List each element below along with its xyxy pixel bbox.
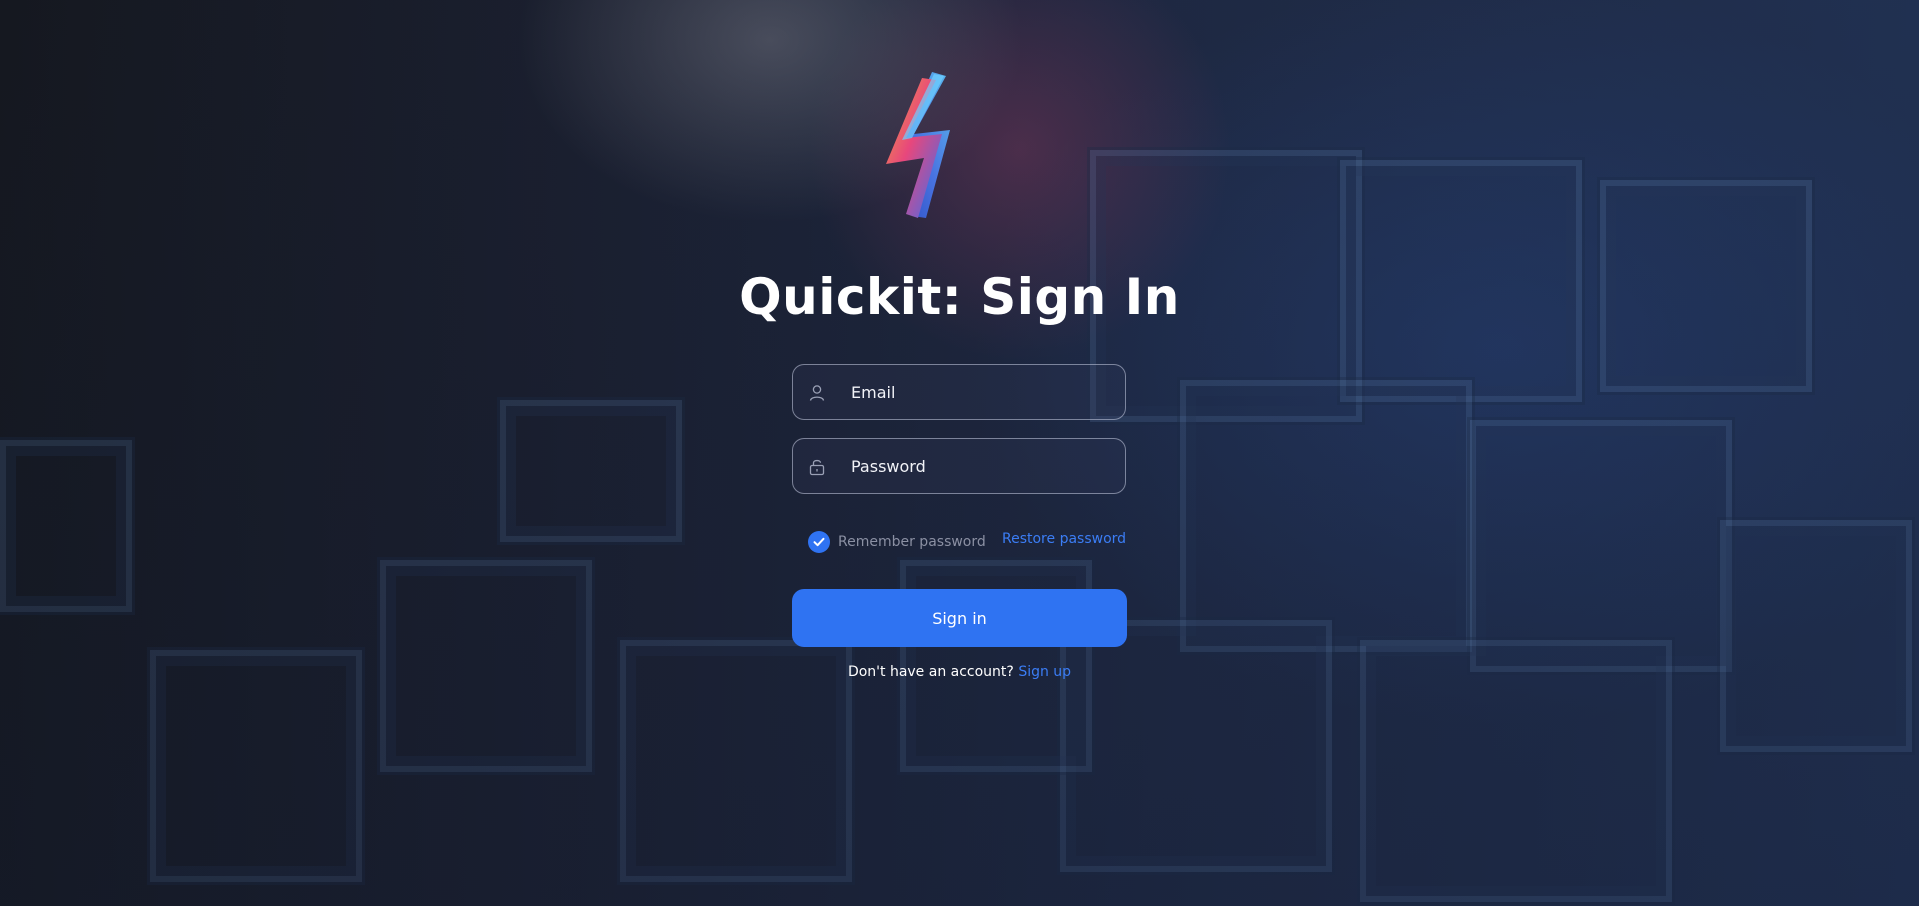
email-field[interactable]: [792, 364, 1126, 420]
password-input[interactable]: [851, 439, 1111, 493]
restore-password-link[interactable]: Restore password: [1002, 531, 1126, 547]
password-field[interactable]: [792, 438, 1126, 494]
page-title: Quickit: Sign In: [739, 268, 1180, 326]
remember-password-checkbox[interactable]: Remember password: [808, 530, 986, 554]
checkmark-icon[interactable]: [808, 531, 830, 553]
remember-password-label: Remember password: [838, 534, 986, 550]
email-input[interactable]: [851, 365, 1111, 419]
signup-prompt-text: Don't have an account?: [847, 664, 1014, 680]
sign-in-button[interactable]: Sign in: [792, 589, 1127, 647]
sign-in-page: Quickit: Sign In Remember password: [0, 0, 1919, 906]
user-icon: [809, 385, 825, 401]
signup-prompt-line: Don't have an account? Sign up: [0, 664, 1919, 680]
lightning-bolt-logo-icon: [886, 72, 950, 218]
lock-icon: [809, 459, 825, 476]
sign-up-link[interactable]: Sign up: [1018, 664, 1071, 680]
sign-in-form: Quickit: Sign In Remember password: [0, 0, 1919, 906]
